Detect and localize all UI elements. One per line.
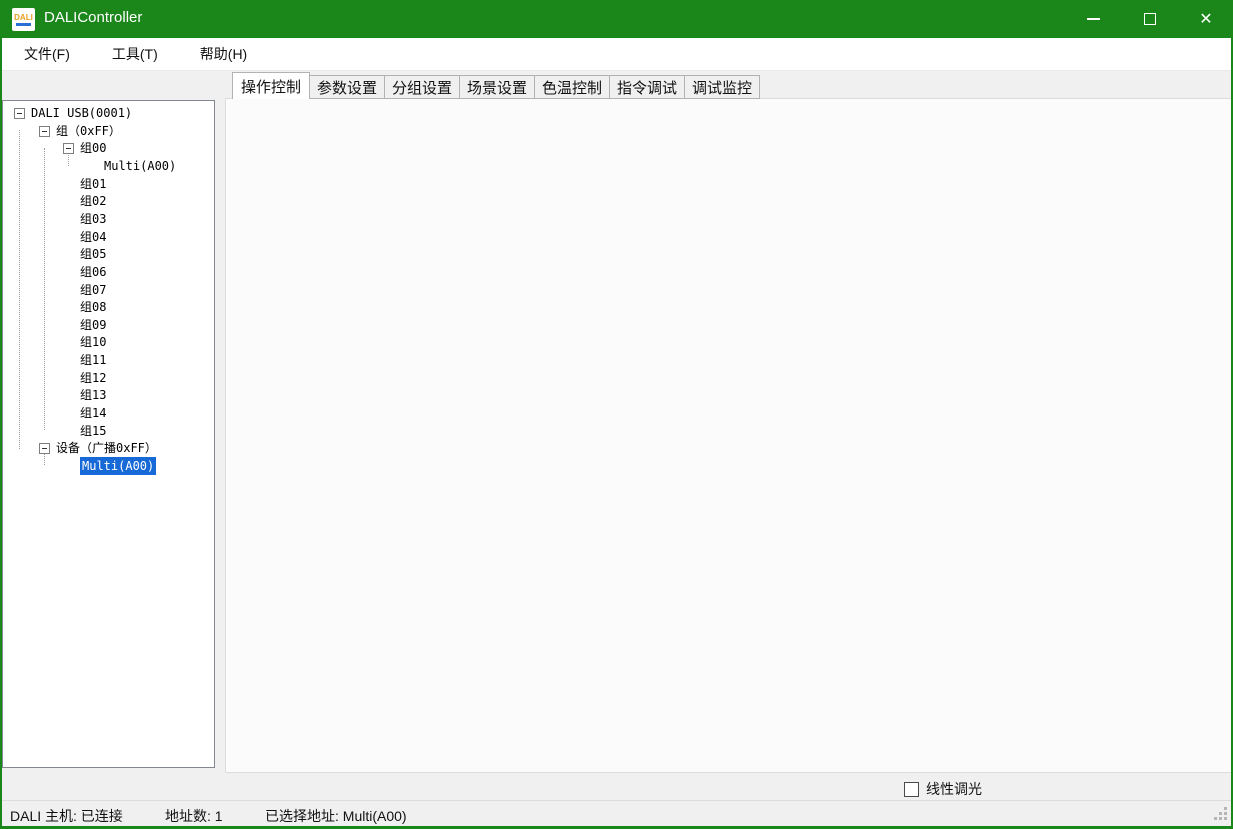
tab-bar: 操作控制参数设置分组设置场景设置色温控制指令调试调试监控 <box>233 72 760 99</box>
window-border <box>0 38 2 829</box>
tree-item[interactable]: 组08 <box>3 298 214 316</box>
tab-色温控制[interactable]: 色温控制 <box>534 75 610 99</box>
tree-item[interactable]: 组（0xFF） <box>3 122 214 140</box>
app-icon-text: DALI <box>14 14 33 22</box>
tree-item-label[interactable]: 组12 <box>80 369 106 387</box>
tree-item-label[interactable]: 组11 <box>80 351 106 369</box>
tree-item[interactable]: 组03 <box>3 210 214 228</box>
menu-item[interactable]: 工具(T) <box>106 40 164 68</box>
tree-item[interactable]: 组11 <box>3 351 214 369</box>
tree-item[interactable]: 组04 <box>3 228 214 246</box>
collapse-icon[interactable] <box>39 443 50 454</box>
close-icon: ✕ <box>1199 9 1212 29</box>
tree-item-label[interactable]: 组06 <box>80 263 106 281</box>
tree-item[interactable]: 组02 <box>3 192 214 210</box>
tree-item[interactable]: DALI USB(0001) <box>3 104 214 122</box>
linear-dimming-checkbox[interactable] <box>904 782 919 797</box>
tree-item[interactable]: 组10 <box>3 333 214 351</box>
tree-item-label[interactable]: 设备（广播0xFF） <box>56 439 157 457</box>
linear-dimming-row: 线性调光 <box>904 779 982 799</box>
status-bar: DALI 主机: 已连接 地址数: 1 已选择地址: Multi(A00) <box>0 800 1233 826</box>
tab-分组设置[interactable]: 分组设置 <box>384 75 460 99</box>
tree-item-label[interactable]: 组14 <box>80 404 106 422</box>
maximize-button[interactable] <box>1127 0 1173 38</box>
tree-item-label[interactable]: Multi(A00) <box>80 457 156 475</box>
tree-item-label[interactable]: Multi(A00) <box>104 157 176 175</box>
menu-item[interactable]: 帮助(H) <box>194 40 253 68</box>
tree-item[interactable]: 组01 <box>3 175 214 193</box>
menu-item[interactable]: 文件(F) <box>18 40 76 68</box>
tree-item-label[interactable]: 组10 <box>80 333 106 351</box>
tree-item[interactable]: 组13 <box>3 386 214 404</box>
device-tree: DALI USB(0001)组（0xFF）组00Multi(A00)组01组02… <box>2 100 215 768</box>
tree-item[interactable]: 组07 <box>3 281 214 299</box>
resize-grip-icon[interactable] <box>1224 817 1227 820</box>
status-item: 地址数: 1 <box>165 806 223 826</box>
menu-bar: 文件(F) 工具(T) 帮助(H) <box>0 38 1233 71</box>
status-item: 已选择地址: Multi(A00) <box>265 806 407 826</box>
title-bar[interactable]: DALI DALIController ✕ <box>0 0 1233 38</box>
status-item: DALI 主机: 已连接 <box>10 806 123 826</box>
tree-item-label[interactable]: 组15 <box>80 422 106 440</box>
tree-item-label[interactable]: 组07 <box>80 281 106 299</box>
tree-item-label[interactable]: 组09 <box>80 316 106 334</box>
tree-item-label[interactable]: 组04 <box>80 228 106 246</box>
tree-item[interactable]: 组09 <box>3 316 214 334</box>
collapse-icon[interactable] <box>14 108 25 119</box>
tree-item[interactable]: 组05 <box>3 245 214 263</box>
tab-场景设置[interactable]: 场景设置 <box>459 75 535 99</box>
tree-item-label[interactable]: DALI USB(0001) <box>31 104 132 122</box>
tree-item-label[interactable]: 组（0xFF） <box>56 122 121 140</box>
tree-item[interactable]: Multi(A00) <box>3 157 214 175</box>
tree-item[interactable]: Multi(A00) <box>3 457 214 475</box>
tree-item[interactable]: 组15 <box>3 422 214 440</box>
tree-item-label[interactable]: 组02 <box>80 192 106 210</box>
tree-item-label[interactable]: 组13 <box>80 386 106 404</box>
minimize-button[interactable] <box>1070 0 1116 38</box>
collapse-icon[interactable] <box>39 126 50 137</box>
tab-指令调试[interactable]: 指令调试 <box>609 75 685 99</box>
tree-item[interactable]: 组14 <box>3 404 214 422</box>
tree-item-label[interactable]: 组08 <box>80 298 106 316</box>
tree-item[interactable]: 组00 <box>3 139 214 157</box>
tree-item[interactable]: 设备（广播0xFF） <box>3 439 214 457</box>
minimize-icon <box>1087 18 1100 20</box>
linear-dimming-label: 线性调光 <box>926 779 982 799</box>
close-button[interactable]: ✕ <box>1183 0 1229 38</box>
window-title: DALIController <box>44 9 142 26</box>
tab-page-operation <box>225 98 1232 773</box>
tree-item-label[interactable]: 组00 <box>80 139 106 157</box>
tab-调试监控[interactable]: 调试监控 <box>684 75 760 99</box>
collapse-icon[interactable] <box>63 143 74 154</box>
app-icon-underline <box>16 23 31 26</box>
tree-item-label[interactable]: 组01 <box>80 175 106 193</box>
tree-item-label[interactable]: 组03 <box>80 210 106 228</box>
tab-参数设置[interactable]: 参数设置 <box>309 75 385 99</box>
tree-item[interactable]: 组12 <box>3 369 214 387</box>
tab-操作控制[interactable]: 操作控制 <box>232 72 310 99</box>
app-icon: DALI <box>12 8 35 31</box>
maximize-icon <box>1144 13 1156 25</box>
tree-item-label[interactable]: 组05 <box>80 245 106 263</box>
app-window: DALI DALIController ✕ 文件(F) 工具(T) 帮助(H) 操作… <box>0 0 1233 829</box>
tree-item[interactable]: 组06 <box>3 263 214 281</box>
